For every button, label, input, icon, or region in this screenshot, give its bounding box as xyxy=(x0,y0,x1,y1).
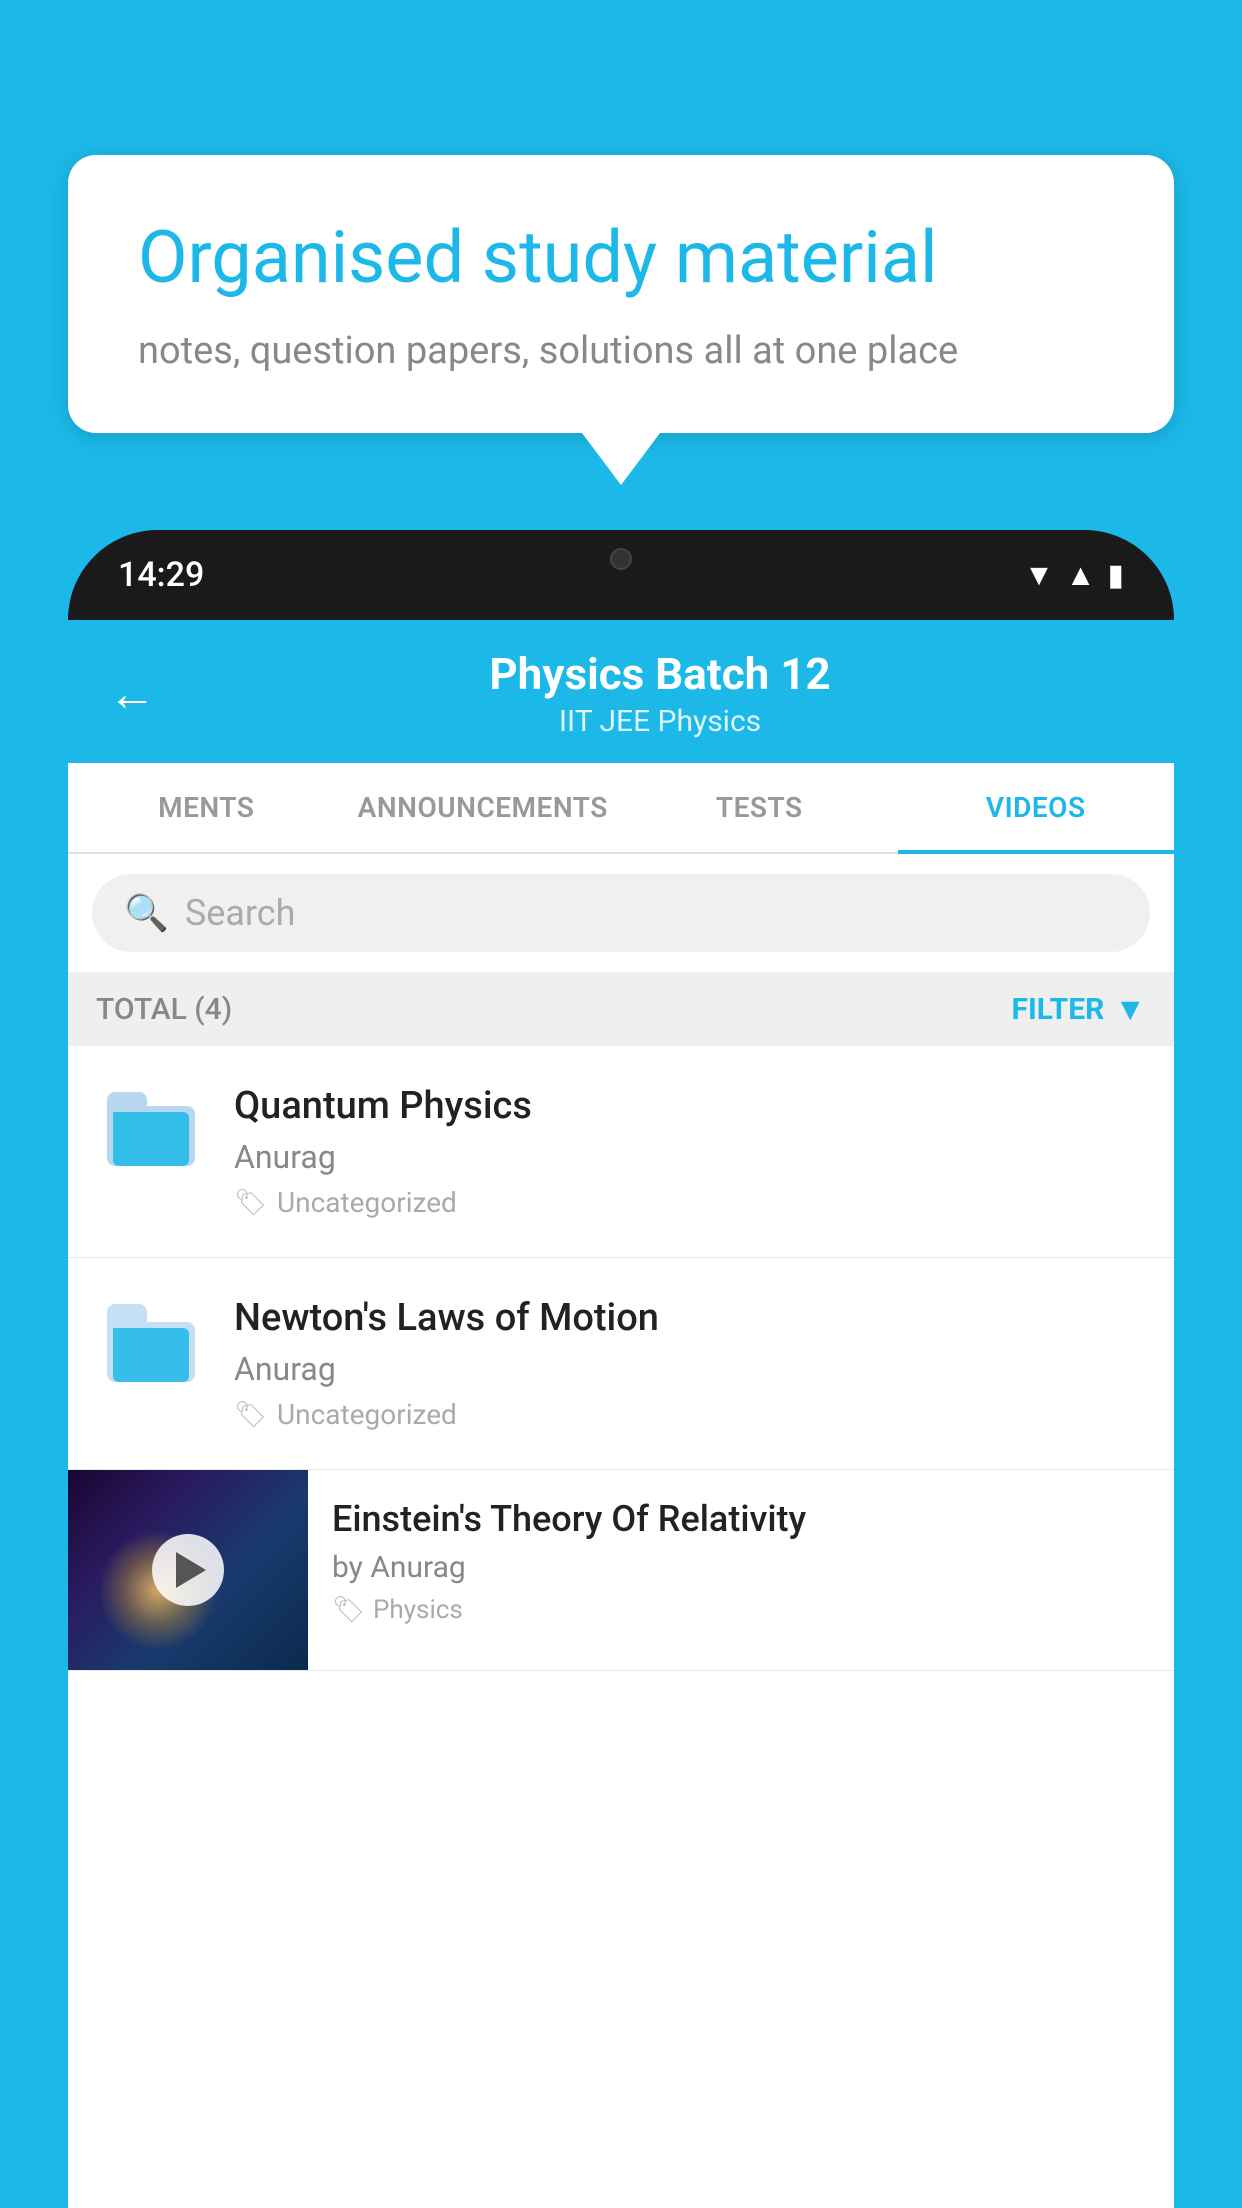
folder-icon-container xyxy=(96,1296,206,1382)
total-count: TOTAL (4) xyxy=(96,992,232,1027)
video-info: Einstein's Theory Of Relativity by Anura… xyxy=(308,1470,1174,1653)
filter-button[interactable]: FILTER ▼ xyxy=(1012,990,1147,1028)
speech-bubble: Organised study material notes, question… xyxy=(68,155,1174,433)
tag-icon: 🏷 xyxy=(234,1188,267,1218)
list-item[interactable]: Einstein's Theory Of Relativity by Anura… xyxy=(68,1470,1174,1671)
phone-notch xyxy=(531,530,711,588)
speech-bubble-title: Organised study material xyxy=(138,215,1104,301)
video-tag: 🏷 Uncategorized xyxy=(234,1186,1146,1219)
search-icon: 🔍 xyxy=(124,892,169,934)
tab-ments[interactable]: MENTS xyxy=(68,763,345,852)
phone-status-bar: 14:29 ▼ ▲ ▮ xyxy=(68,530,1174,620)
phone-frame: 14:29 ▼ ▲ ▮ ← Physics Batch 12 IIT JEE P… xyxy=(68,530,1174,2208)
filter-label: FILTER xyxy=(1012,992,1105,1027)
video-title: Quantum Physics xyxy=(234,1084,1146,1128)
app-screen: ← Physics Batch 12 IIT JEE Physics MENTS… xyxy=(68,620,1174,2208)
tabs-bar: MENTS ANNOUNCEMENTS TESTS VIDEOS xyxy=(68,763,1174,854)
header-titles: Physics Batch 12 IIT JEE Physics xyxy=(186,648,1134,739)
tag-icon: 🏷 xyxy=(332,1595,365,1625)
search-bar[interactable]: 🔍 Search xyxy=(92,874,1150,952)
folder-icon-container xyxy=(96,1084,206,1166)
signal-icon: ▲ xyxy=(1066,558,1096,593)
header-sub-titles: IIT JEE Physics xyxy=(186,704,1134,739)
einstein-thumbnail xyxy=(68,1470,308,1670)
tag-label: Uncategorized xyxy=(277,1398,457,1431)
search-placeholder: Search xyxy=(185,892,296,934)
video-info: Newton's Laws of Motion Anurag 🏷 Uncateg… xyxy=(234,1296,1146,1431)
search-container: 🔍 Search xyxy=(68,854,1174,972)
tag-icon: 🏷 xyxy=(234,1400,267,1430)
video-tag: 🏷 Physics xyxy=(332,1595,1150,1625)
back-button[interactable]: ← xyxy=(108,665,156,722)
tag-label: Uncategorized xyxy=(277,1186,457,1219)
folder-icon xyxy=(107,1304,195,1382)
video-list: Quantum Physics Anurag 🏷 Uncategorized xyxy=(68,1046,1174,2208)
folder-icon xyxy=(107,1092,195,1166)
list-item[interactable]: Quantum Physics Anurag 🏷 Uncategorized xyxy=(68,1046,1174,1258)
tab-videos[interactable]: VIDEOS xyxy=(898,763,1175,852)
tab-announcements[interactable]: ANNOUNCEMENTS xyxy=(345,763,622,852)
tab-tests[interactable]: TESTS xyxy=(621,763,898,852)
phone-time: 14:29 xyxy=(118,555,204,595)
video-author: Anurag xyxy=(234,1138,1146,1176)
video-author: Anurag xyxy=(234,1350,1146,1388)
header-main-title: Physics Batch 12 xyxy=(186,648,1134,700)
wifi-icon: ▼ xyxy=(1024,558,1054,593)
video-author: by Anurag xyxy=(332,1550,1150,1585)
tag-label: Physics xyxy=(373,1595,463,1625)
video-tag: 🏷 Uncategorized xyxy=(234,1398,1146,1431)
phone-status-icons: ▼ ▲ ▮ xyxy=(1024,558,1124,593)
speech-bubble-subtitle: notes, question papers, solutions all at… xyxy=(138,329,1104,373)
filter-bar: TOTAL (4) FILTER ▼ xyxy=(68,972,1174,1046)
play-button[interactable] xyxy=(152,1534,224,1606)
play-triangle-icon xyxy=(176,1552,206,1588)
app-header: ← Physics Batch 12 IIT JEE Physics xyxy=(68,620,1174,763)
battery-icon: ▮ xyxy=(1107,558,1124,593)
video-info: Quantum Physics Anurag 🏷 Uncategorized xyxy=(234,1084,1146,1219)
filter-funnel-icon: ▼ xyxy=(1114,990,1146,1028)
video-title: Newton's Laws of Motion xyxy=(234,1296,1146,1340)
phone-camera xyxy=(610,548,632,570)
video-title: Einstein's Theory Of Relativity xyxy=(332,1498,1150,1540)
list-item[interactable]: Newton's Laws of Motion Anurag 🏷 Uncateg… xyxy=(68,1258,1174,1470)
